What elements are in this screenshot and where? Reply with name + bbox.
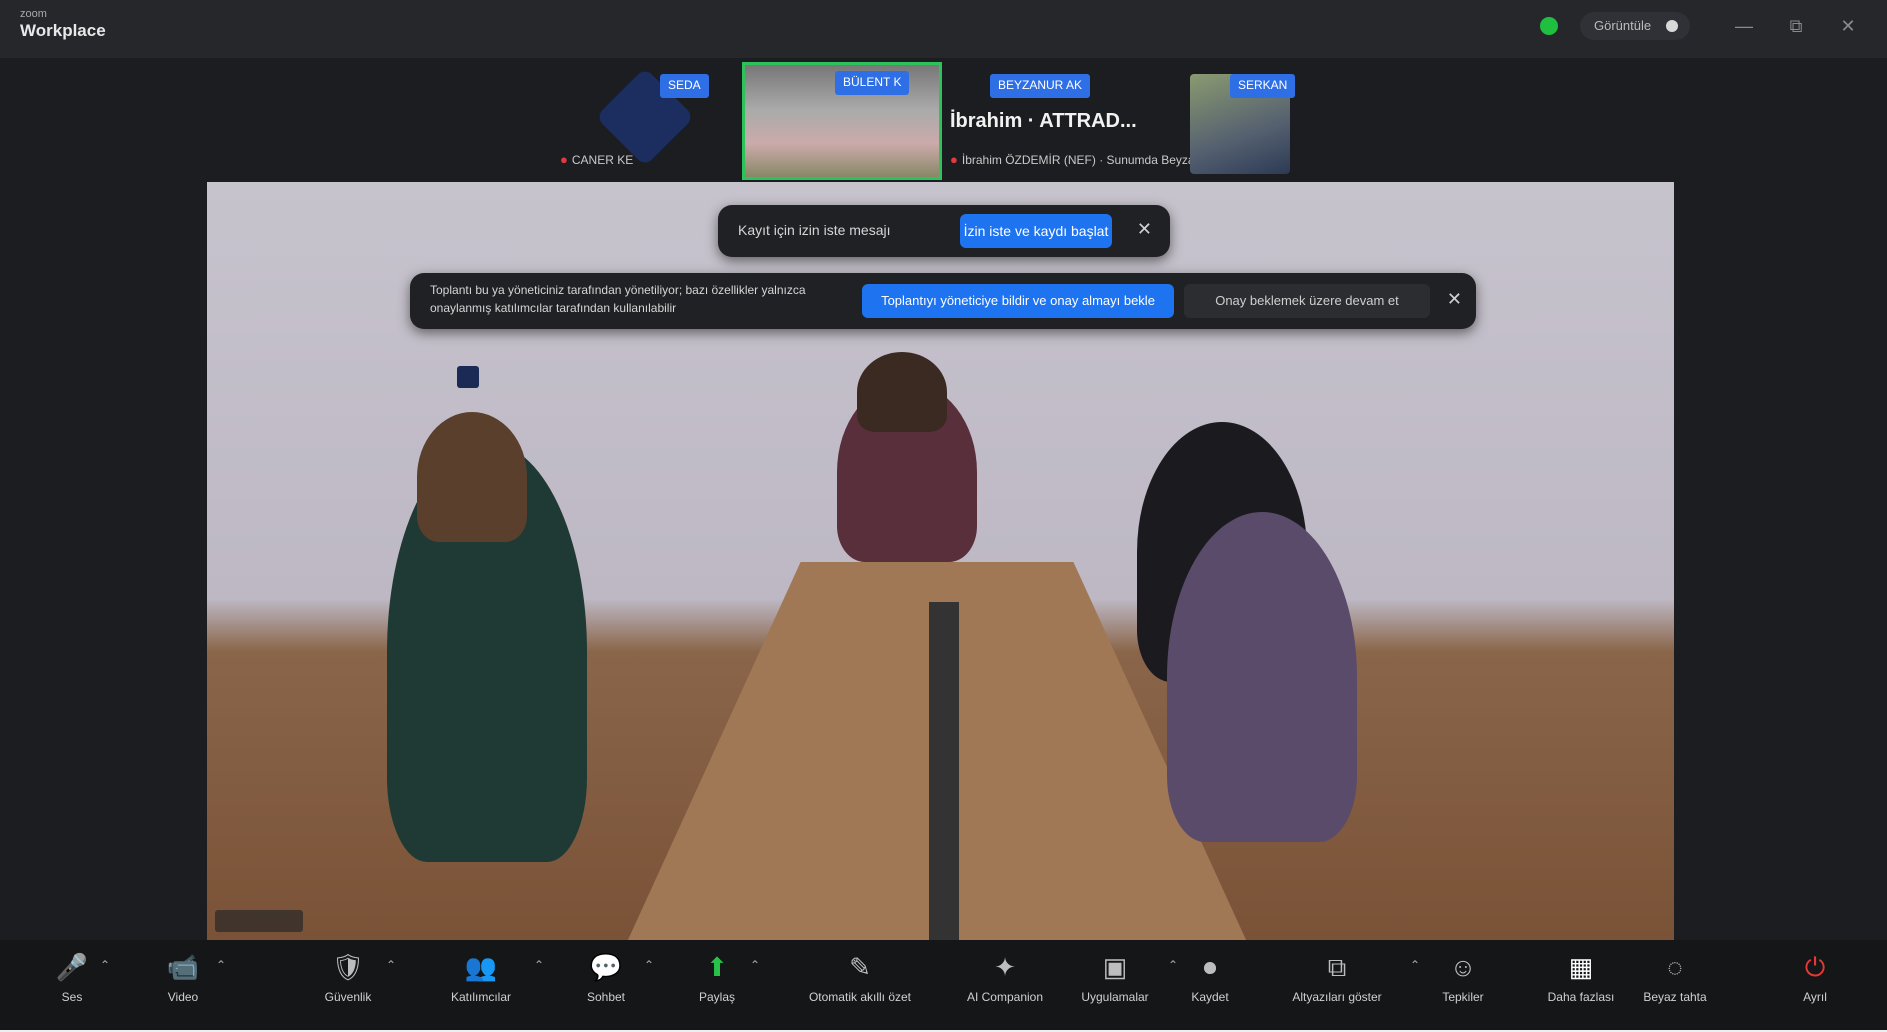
meeting-toolbar: 🎤 Ses ⌃ 📹 Video ⌃ 🛡 Güvenlik ⌃ 👥 Katılımcılar ⌃ 💬 Soh… — [0, 940, 1887, 1030]
participant-name-tag: SEDA — [660, 74, 709, 98]
video-person-head — [417, 412, 527, 542]
recording-consent-banner: Kayıt için izin iste mesajı İzin iste ve… — [718, 205, 1170, 257]
app-logo: zoom Workplace — [20, 8, 106, 40]
maximize-button[interactable]: ⧉ — [1780, 10, 1812, 42]
video-person-head — [857, 352, 947, 432]
summary-icon: ✎ — [849, 952, 871, 982]
minimize-button[interactable]: — — [1728, 10, 1760, 42]
mic-off-icon: 🎤 — [55, 952, 89, 982]
reactions-button[interactable]: ☺ Tepkiler — [1408, 950, 1518, 1020]
chat-icon: 💬 — [589, 952, 623, 982]
mic-off-icon: ● — [950, 152, 958, 167]
shield-icon: 🛡 — [331, 952, 365, 982]
chevron-up-icon[interactable]: ⌃ — [644, 958, 654, 972]
companion-button[interactable]: ✦ AI Companion — [950, 950, 1060, 1020]
video-button[interactable]: 📹 Video ⌃ — [158, 950, 226, 1020]
participant-thumbnail[interactable]: SERKAN — [1180, 62, 1330, 180]
participant-sub-label: CANER KE — [571, 153, 634, 167]
whiteboard-label: Beyaz tahta — [1643, 990, 1707, 1004]
cursor-marker — [457, 366, 479, 388]
chevron-up-icon[interactable]: ⌃ — [216, 958, 226, 972]
participant-sub-label: İbrahim ÖZDEMİR (NEF) · Sunumda Beyza — [961, 153, 1195, 167]
participants-button[interactable]: 👥 Katılımcılar ⌃ — [436, 950, 544, 1020]
participants-icon: 👥 — [464, 952, 498, 982]
participant-thumbnail[interactable]: SEDA ● CANER KE — [560, 62, 740, 180]
participant-status: ● CANER KE — [560, 152, 633, 167]
video-label: Video — [167, 990, 199, 1004]
more-button[interactable]: ▦ Daha fazlası — [1536, 950, 1626, 1020]
video-table-divider — [929, 602, 959, 940]
chevron-up-icon[interactable]: ⌃ — [386, 958, 396, 972]
leave-button[interactable]: ⏻ Ayrıl — [1795, 950, 1835, 1020]
participant-status: ● İbrahim ÖZDEMİR (NEF) · Sunumda Beyza — [950, 152, 1195, 167]
share-screen-icon: ⬆ — [706, 952, 728, 982]
apps-label: Uygulamalar — [1081, 990, 1149, 1004]
apps-icon: ▣ — [1102, 952, 1128, 982]
mic-label: Ses — [61, 990, 83, 1004]
security-status-icon[interactable] — [1540, 17, 1558, 35]
notify-admin-button[interactable]: Toplantıyı yöneticiye bildir ve onay alm… — [862, 284, 1174, 318]
share-label: Paylaş — [698, 990, 736, 1004]
summary-button[interactable]: ✎ Otomatik akıllı özet — [790, 950, 930, 1020]
meeting-window: zoom Workplace Görüntüle — ⧉ ✕ SEDA ● CAN… — [0, 0, 1887, 1032]
ai-companion-icon: ✦ — [994, 952, 1016, 982]
reactions-icon: ☺ — [1449, 952, 1477, 982]
speaker-name-label — [215, 910, 303, 932]
banner-text: Toplantı bu ya yöneticiniz tarafından yö… — [430, 283, 806, 315]
record-label: Kaydet — [1191, 990, 1229, 1004]
more-label: Daha fazlası — [1547, 990, 1615, 1004]
view-button-label: Görüntüle — [1594, 18, 1652, 33]
chat-label: Sohbet — [586, 990, 626, 1004]
continue-button[interactable]: Onay beklemek üzere devam et — [1184, 284, 1430, 318]
chevron-up-icon[interactable]: ⌃ — [1168, 958, 1178, 972]
companion-label: AI Companion — [966, 990, 1044, 1004]
view-dot-icon — [1666, 20, 1678, 32]
request-permission-button[interactable]: İzin iste ve kaydı başlat — [960, 214, 1112, 248]
apps-button[interactable]: ▣ Uygulamalar ⌃ — [1070, 950, 1178, 1020]
reactions-label: Tepkiler — [1442, 990, 1484, 1004]
leave-icon: ⏻ — [1804, 952, 1826, 982]
captions-button[interactable]: ⧉ Altyazıları göster ⌃ — [1272, 950, 1420, 1020]
chat-button[interactable]: 💬 Sohbet ⌃ — [576, 950, 654, 1020]
mic-button[interactable]: 🎤 Ses ⌃ — [52, 950, 110, 1020]
participant-name-tag: BEYZANUR AK — [990, 74, 1091, 98]
record-button[interactable]: ⏺ Kaydet — [1180, 950, 1240, 1020]
close-icon[interactable]: ✕ — [1447, 289, 1462, 310]
app-name: Workplace — [20, 20, 106, 40]
participant-name-tag: BÜLENT K — [835, 71, 910, 95]
whiteboard-icon: ◌ — [1667, 952, 1683, 982]
chevron-up-icon[interactable]: ⌃ — [534, 958, 544, 972]
app-name-small: zoom — [20, 8, 47, 20]
grid-icon: ▦ — [1568, 952, 1594, 982]
close-button[interactable]: ✕ — [1832, 10, 1864, 42]
close-icon[interactable]: ✕ — [1137, 219, 1152, 240]
record-icon: ⏺ — [1203, 952, 1217, 982]
participant-name-tag: SERKAN — [1230, 74, 1296, 98]
video-off-icon: 📹 — [166, 952, 200, 982]
chevron-up-icon[interactable]: ⌃ — [100, 958, 110, 972]
share-button[interactable]: ⬆ Paylaş ⌃ — [692, 950, 760, 1020]
security-label: Güvenlik — [324, 990, 372, 1004]
participant-title: İbrahim · ATTRAD... — [950, 110, 1137, 132]
summary-label: Otomatik akıllı özet — [808, 990, 912, 1004]
managed-meeting-banner: Toplantı bu ya yöneticiniz tarafından yö… — [410, 273, 1476, 329]
banner-text: Kayıt için izin iste mesajı — [738, 222, 891, 238]
video-person — [1167, 512, 1357, 842]
captions-icon: ⧉ — [1327, 952, 1347, 982]
chevron-up-icon[interactable]: ⌃ — [750, 958, 760, 972]
leave-label: Ayrıl — [1803, 990, 1827, 1004]
participants-label: Katılımcılar — [450, 990, 511, 1004]
title-bar: zoom Workplace Görüntüle — ⧉ ✕ — [0, 0, 1887, 58]
whiteboard-button[interactable]: ◌ Beyaz tahta — [1635, 950, 1715, 1020]
security-button[interactable]: 🛡 Güvenlik ⌃ — [318, 950, 396, 1020]
view-button[interactable]: Görüntüle — [1580, 12, 1690, 40]
mic-off-icon: ● — [560, 152, 568, 167]
participant-thumbnail-active[interactable]: BÜLENT K — [742, 62, 942, 180]
captions-label: Altyazıları göster — [1292, 990, 1382, 1004]
